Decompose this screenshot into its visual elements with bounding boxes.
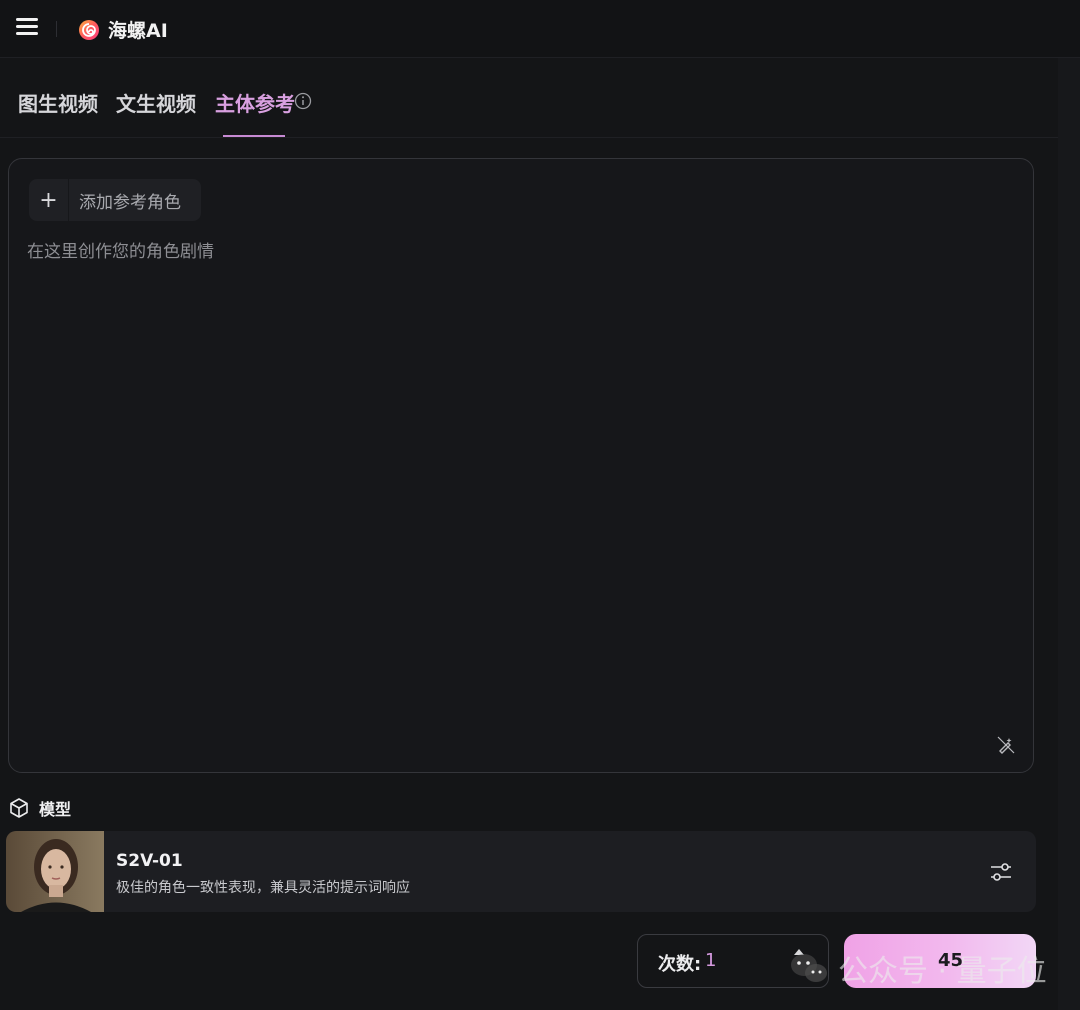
watermark-text: 公众号 · 量子位 <box>838 954 1047 989</box>
add-reference-role-button[interactable]: + 添加参考角色 <box>29 179 201 221</box>
info-icon[interactable] <box>294 92 312 110</box>
tab-image-to-video[interactable]: 图生视频 <box>18 88 98 117</box>
watermark: 公众号 · 量子位 <box>788 946 1047 990</box>
magic-wand-icon[interactable] <box>996 735 1016 755</box>
menu-icon[interactable] <box>16 18 38 38</box>
count-label: 次数: <box>658 954 702 975</box>
top-bar: 海螺AI <box>0 0 1080 58</box>
model-section-header: 模型 <box>8 796 71 820</box>
app-logo[interactable]: 海螺AI <box>78 16 168 43</box>
cube-icon <box>10 798 28 818</box>
prompt-editor: + 添加参考角色 <box>8 158 1034 773</box>
active-tab-indicator <box>223 135 285 137</box>
tab-subject-reference[interactable]: 主体参考 <box>215 88 295 117</box>
model-section-title: 模型 <box>39 800 72 819</box>
header-divider <box>56 21 57 37</box>
plus-icon: + <box>29 179 69 221</box>
tab-text-to-video[interactable]: 文生视频 <box>116 88 196 117</box>
model-thumbnail <box>6 831 104 912</box>
model-name: S2V-01 <box>116 851 183 871</box>
wechat-icon <box>791 954 827 982</box>
model-selector-card[interactable]: S2V-01 极佳的角色一致性表现，兼具灵活的提示词响应 <box>6 831 1036 912</box>
mode-tabs: 图生视频 文生视频 主体参考 <box>0 58 1058 138</box>
tune-icon[interactable] <box>988 859 1014 885</box>
story-prompt-input[interactable] <box>27 237 1007 697</box>
model-description: 极佳的角色一致性表现，兼具灵活的提示词响应 <box>116 880 410 896</box>
scrollbar-track[interactable] <box>1058 58 1080 1010</box>
app-name: 海螺AI <box>108 20 168 42</box>
snail-logo-icon <box>79 19 99 40</box>
count-value[interactable]: 1 <box>705 950 716 971</box>
add-reference-role-label: 添加参考角色 <box>79 192 181 213</box>
